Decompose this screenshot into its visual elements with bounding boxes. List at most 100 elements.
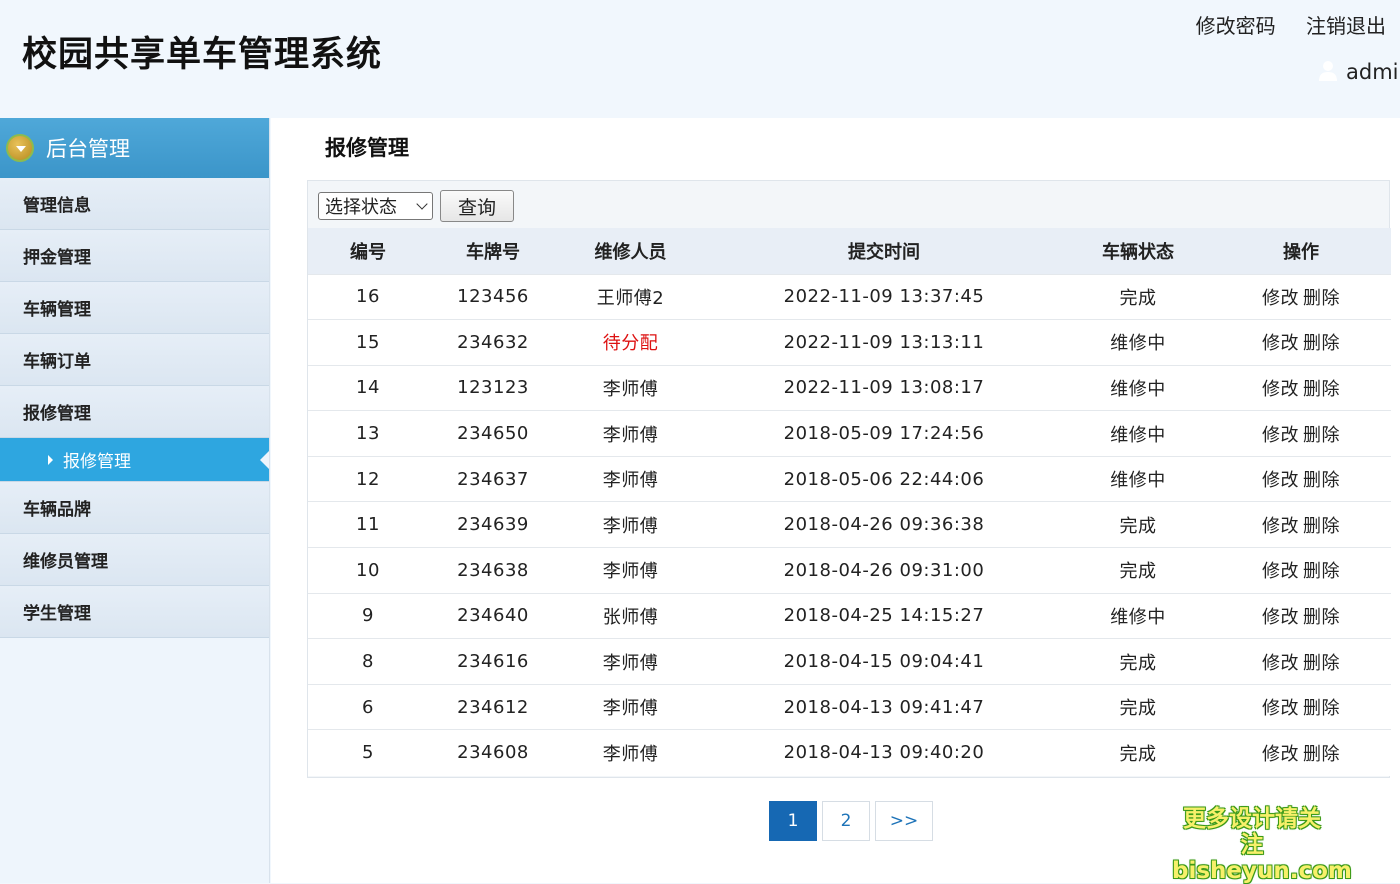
status-select[interactable]: 选择状态 xyxy=(318,192,433,220)
sidebar-head[interactable]: 后台管理 xyxy=(0,118,269,178)
cell-repairer: 李师傅 xyxy=(602,652,659,674)
sidebar-head-label: 后台管理 xyxy=(46,137,130,161)
table-row: 5 234608 李师傅 2018-04-13 09:40:20 完成 修改 删除 xyxy=(308,729,1391,776)
cell-id: 16 xyxy=(356,286,380,308)
query-button[interactable]: 查询 xyxy=(440,190,514,222)
table-row: 16 123456 王师傅2 2022-11-09 13:37:45 完成 修改… xyxy=(308,274,1391,320)
sidebar-item-repairers[interactable]: 维修员管理 xyxy=(0,534,269,586)
table-row: 6 234612 李师傅 2018-04-13 09:41:47 完成 修改 删除 xyxy=(308,684,1391,730)
edit-link[interactable]: 修改 xyxy=(1262,516,1299,537)
cell-status: 完成 xyxy=(1119,743,1157,765)
cell-plate: 234650 xyxy=(457,423,529,445)
cell-repairer: 李师傅 xyxy=(602,470,659,492)
sidebar-item-repairs[interactable]: 报修管理 xyxy=(0,386,269,438)
caret-right-icon xyxy=(48,454,53,465)
cell-status: 维修中 xyxy=(1110,470,1166,492)
delete-link[interactable]: 删除 xyxy=(1303,561,1340,582)
col-header-repairer: 维修人员 xyxy=(594,241,667,263)
cell-actions: 修改 删除 xyxy=(1211,365,1391,411)
cell-time: 2018-04-25 14:15:27 xyxy=(783,605,985,627)
edit-link[interactable]: 修改 xyxy=(1262,425,1299,446)
sidebar-subitem-label: 报修管理 xyxy=(63,452,131,472)
cell-actions: 修改 删除 xyxy=(1211,274,1391,320)
cell-time: 2022-11-09 13:37:45 xyxy=(783,286,985,308)
cell-id: 13 xyxy=(356,423,380,445)
edit-link[interactable]: 修改 xyxy=(1262,744,1299,765)
cell-actions: 修改 删除 xyxy=(1211,548,1391,594)
delete-link[interactable]: 删除 xyxy=(1303,425,1340,446)
sidebar-item-admin-info[interactable]: 管理信息 xyxy=(0,178,269,230)
page-2-button[interactable]: 2 xyxy=(822,801,870,841)
delete-link[interactable]: 删除 xyxy=(1303,653,1340,674)
cell-id: 15 xyxy=(356,331,380,353)
col-header-actions: 操作 xyxy=(1283,241,1319,263)
sidebar-item-orders[interactable]: 车辆订单 xyxy=(0,334,269,386)
cell-time: 2018-05-06 22:44:06 xyxy=(783,468,985,490)
page-1-button[interactable]: 1 xyxy=(769,801,817,841)
sidebar-item-deposit[interactable]: 押金管理 xyxy=(0,230,269,282)
cell-plate: 234616 xyxy=(457,651,529,673)
cell-actions: 修改 删除 xyxy=(1211,320,1391,366)
table-row: 14 123123 李师傅 2022-11-09 13:08:17 维修中 修改… xyxy=(308,365,1391,411)
cell-time: 2022-11-09 13:08:17 xyxy=(783,377,985,399)
cell-plate: 123123 xyxy=(457,377,529,399)
cell-id: 11 xyxy=(356,514,380,536)
cell-plate: 234632 xyxy=(457,331,529,353)
cell-repairer: 张师傅 xyxy=(602,606,659,628)
cell-id: 10 xyxy=(356,559,380,581)
cell-plate: 234638 xyxy=(457,559,529,581)
sidebar-item-students[interactable]: 学生管理 xyxy=(0,586,269,638)
sidebar-item-vehicles[interactable]: 车辆管理 xyxy=(0,282,269,334)
delete-link[interactable]: 删除 xyxy=(1303,516,1340,537)
watermark-line-2: bisheyun.com xyxy=(1172,858,1352,884)
edit-link[interactable]: 修改 xyxy=(1262,607,1299,628)
cell-id: 14 xyxy=(356,377,380,399)
sidebar-subitem-repairs-active[interactable]: 报修管理 xyxy=(0,438,269,482)
cell-repairer: 李师傅 xyxy=(602,561,659,583)
pagination: 1 2 >> xyxy=(769,801,938,841)
delete-link[interactable]: 删除 xyxy=(1303,288,1340,309)
edit-link[interactable]: 修改 xyxy=(1262,653,1299,674)
table-row: 15 234632 待分配 2022-11-09 13:13:11 维修中 修改… xyxy=(308,319,1391,366)
cell-plate: 234640 xyxy=(457,605,529,627)
table-row: 12 234637 李师傅 2018-05-06 22:44:06 维修中 修改… xyxy=(308,456,1391,502)
delete-link[interactable]: 删除 xyxy=(1303,379,1340,400)
edit-link[interactable]: 修改 xyxy=(1262,470,1299,491)
table-row: 13 234650 李师傅 2018-05-09 17:24:56 维修中 修改… xyxy=(308,410,1391,457)
delete-link[interactable]: 删除 xyxy=(1303,470,1340,491)
filter-toolbar: 选择状态 查询 xyxy=(318,190,514,222)
logout-link[interactable]: 注销退出 xyxy=(1306,14,1386,38)
cell-repairer: 李师傅 xyxy=(602,424,659,446)
cell-actions: 修改 删除 xyxy=(1211,639,1391,685)
next-page-button[interactable]: >> xyxy=(875,801,933,841)
app-title: 校园共享单车管理系统 xyxy=(22,35,383,75)
cell-actions: 修改 删除 xyxy=(1211,411,1391,457)
col-header-time: 提交时间 xyxy=(848,241,920,263)
cell-actions: 修改 删除 xyxy=(1211,502,1391,548)
cell-repairer: 王师傅2 xyxy=(596,287,665,309)
cell-status: 完成 xyxy=(1119,515,1157,537)
cell-plate: 234637 xyxy=(457,468,529,490)
header: 校园共享单车管理系统 修改密码 注销退出 admi xyxy=(0,0,1400,118)
cell-time: 2018-04-13 09:41:47 xyxy=(783,696,985,718)
edit-link[interactable]: 修改 xyxy=(1262,333,1299,354)
delete-link[interactable]: 删除 xyxy=(1303,744,1340,765)
cell-plate: 234612 xyxy=(457,696,529,718)
delete-link[interactable]: 删除 xyxy=(1303,607,1340,628)
cell-id: 5 xyxy=(362,742,374,764)
delete-link[interactable]: 删除 xyxy=(1303,333,1340,354)
edit-link[interactable]: 修改 xyxy=(1262,288,1299,309)
cell-plate: 123456 xyxy=(457,286,529,308)
cell-time: 2018-04-26 09:36:38 xyxy=(783,514,985,536)
edit-link[interactable]: 修改 xyxy=(1262,561,1299,582)
edit-link[interactable]: 修改 xyxy=(1262,379,1299,400)
delete-link[interactable]: 删除 xyxy=(1303,698,1340,719)
cell-status: 维修中 xyxy=(1110,333,1166,355)
cell-plate: 234608 xyxy=(457,742,529,764)
edit-link[interactable]: 修改 xyxy=(1262,698,1299,719)
username: admi xyxy=(1346,60,1399,84)
table-row: 10 234638 李师傅 2018-04-26 09:31:00 完成 修改删… xyxy=(308,547,1391,594)
sidebar-item-brands[interactable]: 车辆品牌 xyxy=(0,482,269,534)
change-password-link[interactable]: 修改密码 xyxy=(1196,14,1276,38)
cell-repairer: 李师傅 xyxy=(602,378,659,400)
